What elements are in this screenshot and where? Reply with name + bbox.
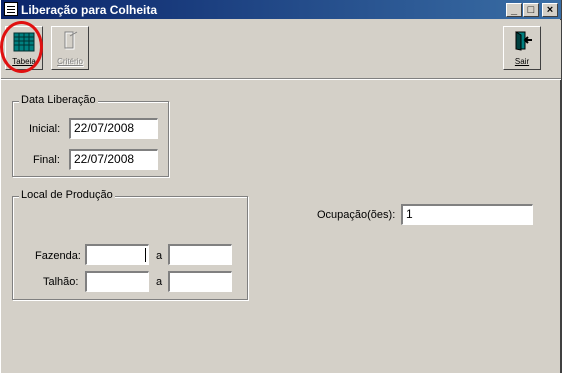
app-icon xyxy=(4,2,18,16)
close-button[interactable]: × xyxy=(542,3,558,17)
fazenda-to-field[interactable] xyxy=(168,244,232,265)
final-label: Final: xyxy=(33,154,60,166)
criteria-filter-icon xyxy=(64,31,78,50)
talhao-label: Talhão: xyxy=(43,276,79,288)
criterio-button: Critério xyxy=(51,26,89,70)
talhao-from-field[interactable] xyxy=(85,271,149,292)
talhao-separator: a xyxy=(156,276,163,288)
exit-door-icon xyxy=(515,31,532,51)
fazenda-label: Fazenda: xyxy=(35,250,81,262)
criterio-label: Critério xyxy=(57,57,83,66)
text-caret xyxy=(145,248,146,262)
local-producao-title: Local de Produção xyxy=(19,189,115,201)
ocupacao-label: Ocupação(ões): xyxy=(317,209,396,221)
app-window: Liberação para Colheita _ □ × Tabela Cri… xyxy=(0,0,562,373)
fazenda-from-field[interactable] xyxy=(85,244,149,265)
sair-button[interactable]: Sair xyxy=(503,26,541,70)
title-bar[interactable]: Liberação para Colheita _ □ × xyxy=(1,0,561,19)
talhao-to-field[interactable] xyxy=(168,271,232,292)
inicial-date-field[interactable]: 22/07/2008 xyxy=(69,118,158,139)
ocupacao-field[interactable]: 1 xyxy=(401,204,533,225)
annotation-highlight-circle xyxy=(0,21,43,73)
fazenda-separator: a xyxy=(156,250,163,262)
minimize-button[interactable]: _ xyxy=(506,3,522,17)
final-date-field[interactable]: 22/07/2008 xyxy=(69,149,158,170)
sair-label: Sair xyxy=(514,57,530,66)
data-liberacao-title: Data Liberação xyxy=(19,94,98,106)
inicial-label: Inicial: xyxy=(29,123,61,135)
toolbar: Tabela Critério Sair xyxy=(1,20,561,79)
maximize-button[interactable]: □ xyxy=(523,3,539,17)
window-title: Liberação para Colheita xyxy=(21,3,158,17)
